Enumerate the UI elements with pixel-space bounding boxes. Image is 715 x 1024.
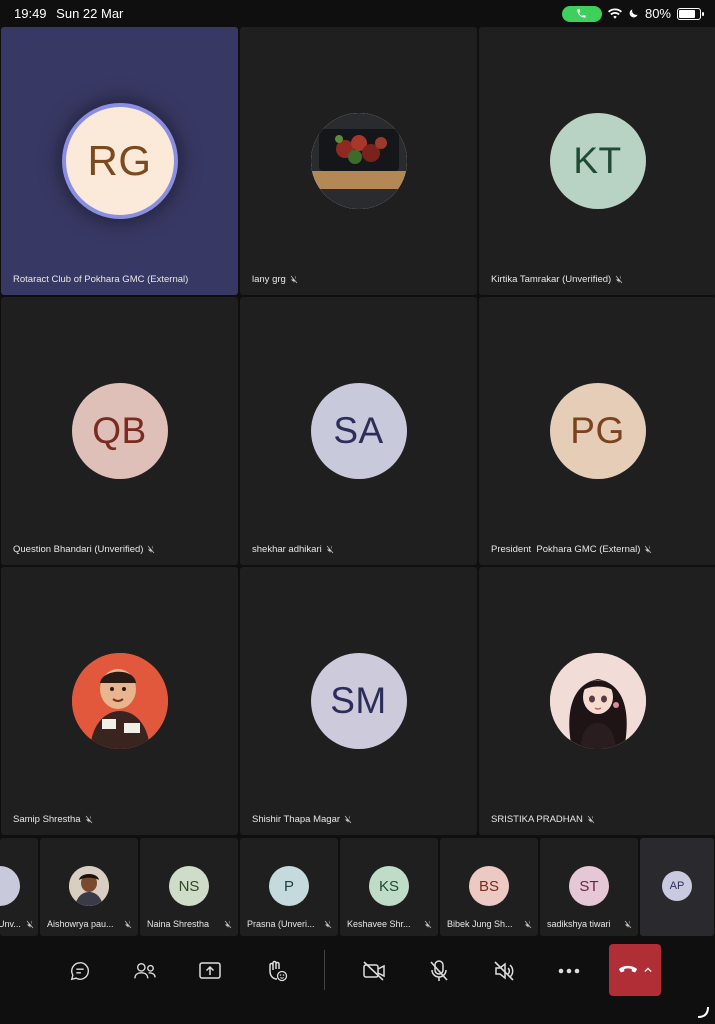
strip-name: Prasna (Unveri... [247, 919, 332, 929]
strip-tile[interactable]: BS Bibek Jung Sh... [440, 838, 538, 936]
strip-name: Unv... [0, 919, 34, 929]
participant-name: Rotaract Club of Pokhara GMC (External) [13, 274, 189, 285]
phone-call-icon[interactable] [561, 5, 602, 22]
avatar: BS [469, 866, 509, 906]
avatar: AP [662, 871, 692, 901]
strip-name: Bibek Jung Sh... [447, 919, 532, 929]
strip-name: sadikshya tiwari [547, 919, 632, 929]
mic-button[interactable] [418, 950, 460, 992]
participant-name: shekhar adhikari [252, 544, 334, 555]
mic-off-icon [326, 545, 333, 554]
avatar-photo [549, 653, 646, 749]
participant-tile[interactable]: RG Rotaract Club of Pokhara GMC (Externa… [1, 27, 238, 295]
avatar: RG [61, 103, 178, 219]
status-right: 80% [561, 5, 704, 22]
chat-button[interactable] [59, 950, 101, 992]
mic-off-icon [148, 545, 155, 554]
video-grid: RG Rotaract Club of Pokhara GMC (Externa… [0, 27, 715, 836]
battery-icon [677, 7, 704, 20]
share-screen-icon [199, 962, 221, 979]
participant-tile[interactable]: KT Kirtika Tamrakar (Unverified) [479, 27, 715, 295]
strip-tile[interactable]: Aishowrya pau... [40, 838, 138, 936]
participant-tile[interactable]: PG President Pokhara GMC (External) [479, 297, 715, 565]
resize-corner-icon [697, 1006, 709, 1018]
participant-name: Shishir Thapa Magar [252, 814, 352, 825]
strip-tile[interactable]: NS Naina Shrestha [140, 838, 238, 936]
mic-off-icon [224, 919, 232, 928]
chevron-up-icon[interactable] [644, 967, 652, 973]
avatar: QB [71, 383, 168, 479]
mic-off-icon [587, 815, 595, 824]
strip-tile[interactable]: ST sadikshya tiwari [540, 838, 638, 936]
mic-off-icon [124, 919, 132, 928]
status-date: Sun 22 Mar [56, 6, 124, 21]
strip-name: Naina Shrestha [147, 919, 232, 929]
wifi-icon [607, 8, 622, 19]
strip-tile[interactable]: KS Keshavee Shr... [340, 838, 438, 936]
avatar: PG [549, 383, 646, 479]
participant-name: Question Bhandari (Unverified) [13, 544, 155, 555]
status-time: 19:49 [14, 6, 47, 21]
more-participants-tile[interactable]: AP [640, 838, 714, 936]
participant-name: Kirtika Tamrakar (Unverified) [491, 274, 623, 285]
strip-tile[interactable]: Unv... [0, 838, 38, 936]
mic-off-icon [85, 815, 92, 824]
leave-call-button[interactable] [609, 944, 661, 996]
avatar: SA [310, 383, 407, 479]
hang-up-icon [618, 965, 638, 973]
strip-tile[interactable]: P Prasna (Unveri... [240, 838, 338, 936]
strip-name: Keshavee Shr... [347, 919, 432, 929]
mic-off-icon [424, 919, 432, 928]
avatar-photo [71, 653, 168, 749]
raise-hand-icon [269, 960, 288, 982]
chat-icon [70, 962, 89, 981]
speaker-button[interactable] [483, 950, 525, 992]
participant-tile[interactable]: lany grg [240, 27, 477, 295]
participant-strip[interactable]: Unv... Aishowrya pau... NS Naina Shresth… [0, 838, 715, 936]
call-toolbar [0, 936, 715, 1024]
avatar: KS [369, 866, 409, 906]
avatar: NS [169, 866, 209, 906]
toolbar-divider [324, 950, 325, 990]
avatar: SM [310, 653, 407, 749]
status-bar: 19:49 Sun 22 Mar 80% [0, 0, 715, 27]
more-button[interactable] [548, 950, 590, 992]
share-screen-button[interactable] [189, 950, 231, 992]
participant-tile[interactable]: SRISTIKA PRADHAN [479, 567, 715, 835]
participant-name: lany grg [252, 274, 298, 285]
avatar: KT [549, 113, 646, 209]
participant-tile[interactable]: SM Shishir Thapa Magar [240, 567, 477, 835]
avatar: ST [569, 866, 609, 906]
avatar [0, 866, 20, 906]
battery-percent: 80% [644, 6, 671, 21]
mic-off-icon [645, 545, 652, 554]
camera-button[interactable] [353, 950, 395, 992]
mic-off-icon [624, 919, 632, 928]
speaker-off-icon [494, 961, 514, 981]
strip-name: Aishowrya pau... [47, 919, 132, 929]
participant-name: President Pokhara GMC (External) [491, 544, 652, 555]
participant-tile[interactable]: QB Question Bhandari (Unverified) [1, 297, 238, 565]
participant-tile[interactable]: Samip Shrestha [1, 567, 238, 835]
participant-name: SRISTIKA PRADHAN [491, 814, 595, 825]
status-left: 19:49 Sun 22 Mar [14, 6, 129, 21]
mic-off-icon [615, 275, 623, 284]
participant-name: Samip Shrestha [13, 814, 93, 825]
people-icon [134, 962, 156, 979]
avatar: P [269, 866, 309, 906]
camera-off-icon [363, 961, 385, 981]
reactions-button[interactable] [255, 950, 297, 992]
people-button[interactable] [124, 950, 166, 992]
mic-off-icon [324, 919, 332, 928]
mic-off-icon [344, 815, 352, 824]
mic-off-icon [524, 919, 532, 928]
participant-tile[interactable]: SA shekhar adhikari [240, 297, 477, 565]
mic-off-icon [430, 960, 448, 981]
mic-off-icon [26, 919, 34, 928]
more-icon [558, 968, 580, 974]
moon-icon [629, 9, 638, 18]
mic-off-icon [290, 275, 298, 284]
avatar-photo [69, 866, 109, 906]
avatar-photo [310, 113, 407, 209]
